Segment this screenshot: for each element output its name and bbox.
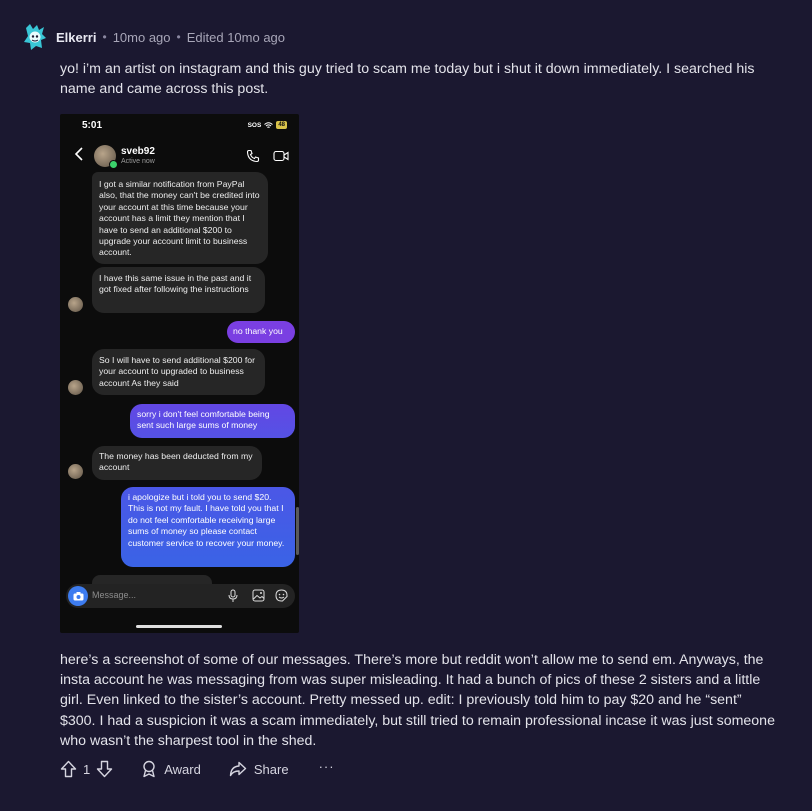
status-time: 5:01 xyxy=(82,120,103,131)
video-call-icon xyxy=(273,150,289,162)
battery-icon: 48 xyxy=(276,121,287,129)
message-input: Message... xyxy=(66,584,295,608)
home-indicator xyxy=(136,625,222,628)
sender-avatar xyxy=(68,464,83,479)
back-arrow-icon xyxy=(74,147,83,161)
share-icon xyxy=(229,761,247,777)
share-label: Share xyxy=(253,761,289,777)
award-label: Award xyxy=(164,761,201,777)
message-outgoing: i apologize but i told you to send $20. … xyxy=(121,487,295,567)
gallery-icon xyxy=(252,589,265,602)
separator-dot: • xyxy=(102,30,107,44)
downvote-icon[interactable] xyxy=(96,760,113,778)
vote-group: 1 xyxy=(60,760,113,778)
share-button[interactable]: Share xyxy=(229,761,289,777)
sos-label: SOS xyxy=(247,121,262,129)
contact-status: Active now xyxy=(121,158,155,165)
comment-paragraph-2: here’s a screenshot of some of our messa… xyxy=(60,652,775,749)
award-button[interactable]: Award xyxy=(141,760,201,778)
username[interactable]: Elkerri xyxy=(56,30,96,45)
comment-paragraph-1: yo! i’m an artist on instagram and this … xyxy=(60,61,755,98)
comment-header: Elkerri • 10mo ago • Edited 10mo ago xyxy=(22,20,285,54)
camera-icon xyxy=(68,586,88,606)
sticker-icon xyxy=(275,589,288,602)
edited-label: Edited 10mo ago xyxy=(186,29,286,45)
contact-name: sveb92 xyxy=(121,146,155,157)
more-label: ··· xyxy=(318,758,335,774)
comment-time: 10mo ago xyxy=(112,29,171,45)
phone-call-icon xyxy=(246,149,260,163)
message-placeholder: Message... xyxy=(92,590,137,600)
sender-avatar xyxy=(68,380,83,395)
message-incoming: I got a similar notification from PayPal… xyxy=(92,172,268,264)
scrollbar xyxy=(296,507,299,555)
online-indicator xyxy=(109,160,118,169)
wifi-icon xyxy=(264,121,274,128)
message-outgoing: no thank you xyxy=(227,321,295,343)
message-incoming: The money has been deducted from my acco… xyxy=(92,446,262,480)
vote-count: 1 xyxy=(83,761,91,777)
sender-avatar xyxy=(68,297,83,312)
message-incoming: So I will have to send additional $200 f… xyxy=(92,349,265,395)
user-avatar[interactable] xyxy=(22,22,48,52)
upvote-icon[interactable] xyxy=(60,760,77,778)
message-screenshot[interactable]: 5:01 SOS 48 sveb92 Active now I got a si… xyxy=(60,114,299,633)
more-options-button[interactable]: ··· xyxy=(319,759,335,774)
microphone-icon xyxy=(228,589,238,602)
message-outgoing: sorry i don't feel comfortable being sen… xyxy=(130,404,295,438)
status-bar: SOS 48 xyxy=(248,121,287,129)
award-icon xyxy=(143,760,155,778)
separator-dot-2: • xyxy=(176,30,181,44)
comment-actions: 1 Award Share ··· xyxy=(60,758,335,780)
message-incoming: I have this same issue in the past and i… xyxy=(92,267,265,313)
